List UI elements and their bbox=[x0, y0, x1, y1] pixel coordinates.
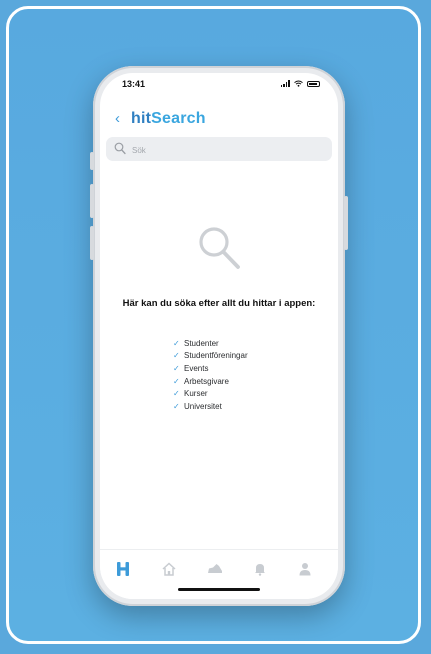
checkmark-icon: ✓ bbox=[173, 338, 180, 348]
tab-profile[interactable] bbox=[295, 559, 315, 579]
list-item: ✓ Arbetsgivare bbox=[173, 376, 229, 386]
checkmark-icon: ✓ bbox=[173, 401, 180, 411]
volume-up-button bbox=[90, 184, 94, 218]
status-time: 13:41 bbox=[122, 79, 146, 89]
checkmark-icon: ✓ bbox=[173, 363, 180, 373]
app-title-search: Search bbox=[151, 110, 206, 127]
home-indicator bbox=[178, 588, 260, 591]
mute-switch bbox=[90, 152, 94, 170]
phone-screen: 13:41 ‹ hitSearch Sök Här kan du söka ef… bbox=[100, 73, 338, 599]
power-button bbox=[344, 196, 348, 250]
tab-notifications[interactable] bbox=[250, 559, 270, 579]
search-icon bbox=[114, 142, 126, 155]
list-item: ✓ Studentföreningar bbox=[173, 351, 248, 361]
checkmark-icon: ✓ bbox=[173, 351, 180, 361]
tab-shoe[interactable] bbox=[205, 559, 225, 579]
status-icons bbox=[280, 80, 320, 87]
app-title-hit: hit bbox=[131, 110, 152, 127]
search-bar[interactable] bbox=[106, 137, 332, 161]
feature-list: ✓ Studenter ✓ Studentföreningar ✓ Events ✓ A… bbox=[173, 337, 248, 413]
wifi-icon bbox=[294, 80, 303, 87]
status-bar: 13:41 bbox=[100, 73, 338, 97]
volume-down-button bbox=[90, 226, 94, 260]
user-icon bbox=[299, 563, 311, 576]
checkmark-icon: ✓ bbox=[173, 389, 180, 399]
list-item: ✓ Studenter bbox=[173, 338, 219, 348]
chevron-left-icon[interactable]: ‹ bbox=[115, 110, 120, 128]
empty-state-heading: Här kan du söka efter allt du hittar i a… bbox=[122, 298, 316, 309]
bell-icon bbox=[255, 564, 265, 576]
search-input[interactable] bbox=[130, 139, 330, 161]
list-item: ✓ Kurser bbox=[173, 389, 208, 399]
battery-icon bbox=[307, 80, 320, 87]
app-header: ‹ hitSearch bbox=[100, 109, 338, 131]
tab-bar bbox=[100, 549, 338, 599]
magnifier-icon bbox=[199, 227, 240, 269]
tab-feed[interactable] bbox=[159, 559, 179, 579]
tab-home-logo[interactable] bbox=[113, 559, 133, 579]
list-item: ✓ Events bbox=[173, 363, 209, 373]
h-logo-icon bbox=[117, 562, 129, 576]
list-item: ✓ Universitet bbox=[173, 401, 222, 411]
phone-mockup: 13:41 ‹ hitSearch Sök Här kan du söka ef… bbox=[90, 66, 348, 606]
shoe-icon bbox=[208, 564, 222, 573]
checkmark-icon: ✓ bbox=[173, 376, 180, 386]
signal-icon bbox=[280, 80, 290, 87]
app-title: hitSearch bbox=[131, 110, 206, 128]
home-icon bbox=[162, 562, 176, 576]
